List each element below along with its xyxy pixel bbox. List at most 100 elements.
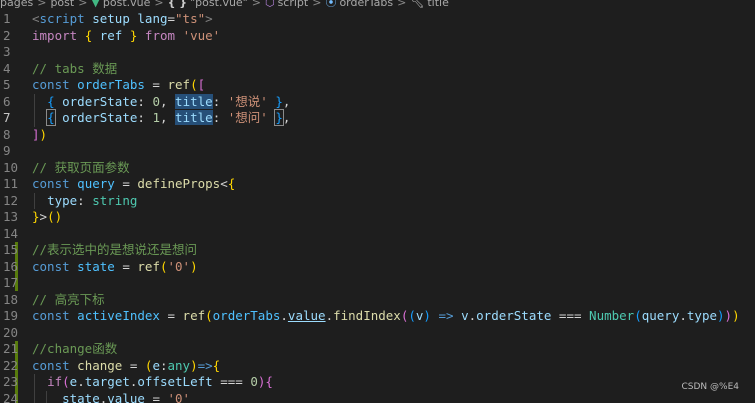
code-token: [ bbox=[197, 77, 206, 92]
code-line[interactable]: 4 // tabs 数据 bbox=[0, 61, 755, 78]
code-line[interactable]: 3 bbox=[0, 44, 755, 61]
code-line[interactable]: 23 if(e.target.offsetLeft === 0){ bbox=[0, 374, 755, 391]
code-line[interactable]: 12 type: string bbox=[0, 193, 755, 210]
code-token: any bbox=[167, 357, 191, 373]
code-token: orderState bbox=[62, 93, 138, 109]
code-token: orderState bbox=[62, 110, 138, 125]
line-number: 23 bbox=[3, 374, 19, 389]
code-token: const bbox=[32, 308, 70, 323]
code-token: ) bbox=[724, 308, 733, 323]
code-token: '想问' bbox=[227, 110, 268, 125]
code-line[interactable]: 18 // 高亮下标 bbox=[0, 292, 755, 309]
breadcrumb-separator: > bbox=[154, 0, 164, 9]
breadcrumb-item-pages[interactable]: pages bbox=[0, 0, 33, 8]
code-editor[interactable]: 1 <script setup lang="ts"> 2 import { ref }… bbox=[0, 11, 755, 403]
code-token: ( bbox=[408, 308, 416, 323]
line-number: 4 bbox=[3, 60, 11, 76]
code-line[interactable]: 16 const state = ref('0') bbox=[0, 259, 755, 276]
code-line[interactable]: 9 bbox=[0, 143, 755, 160]
code-line[interactable]: 2 import { ref } from 'vue' bbox=[0, 28, 755, 45]
code-line[interactable]: 11 const query = defineProps<{ bbox=[0, 176, 755, 193]
indent-guide bbox=[34, 93, 35, 127]
code-line[interactable]: 20 bbox=[0, 325, 755, 342]
code-line[interactable]: 17 bbox=[0, 275, 755, 292]
line-number: 19 bbox=[3, 308, 19, 323]
code-line[interactable]: 7 { orderState: 1, title: '想问' }, bbox=[0, 109, 755, 127]
code-token: === bbox=[551, 308, 590, 323]
line-number: 8 bbox=[3, 126, 11, 142]
code-token: = bbox=[159, 308, 183, 323]
indent-guide bbox=[34, 374, 35, 403]
code-token: const bbox=[32, 77, 70, 92]
line-code: const query = defineProps<{ bbox=[32, 176, 235, 193]
breadcrumb-item-post[interactable]: post bbox=[50, 0, 74, 8]
code-token: '想说' bbox=[227, 93, 268, 109]
line-number: 9 bbox=[3, 143, 11, 158]
breadcrumb-item-file[interactable]: post.vue bbox=[103, 0, 151, 8]
braces-icon: { } bbox=[167, 0, 188, 9]
code-token: ( bbox=[634, 308, 642, 323]
code-line[interactable]: 10 // 获取页面参数 bbox=[0, 160, 755, 177]
code-token: ( bbox=[190, 77, 198, 92]
code-token: ref bbox=[99, 27, 123, 43]
indent-guide bbox=[34, 192, 35, 209]
line-code: import { ref } from 'vue' bbox=[32, 28, 220, 45]
line-number: 22 bbox=[3, 357, 19, 373]
variable-icon: ⦿ bbox=[325, 0, 337, 9]
indent-guide bbox=[46, 390, 47, 403]
code-line[interactable]: 22 const change = (e:any)=>{ bbox=[0, 358, 755, 375]
code-token: defineProps bbox=[137, 176, 221, 191]
breadcrumb-item-title[interactable]: title bbox=[427, 0, 449, 8]
code-line[interactable]: 15 //表示选中的是想说还是想问 bbox=[0, 242, 755, 259]
code-line[interactable]: 21 //change函数 bbox=[0, 341, 755, 358]
code-token: state bbox=[77, 258, 115, 274]
code-token: = bbox=[167, 11, 176, 26]
code-token: === bbox=[212, 374, 251, 389]
code-line[interactable]: 6 { orderState: 0, title: '想说' }, bbox=[0, 93, 755, 111]
code-line[interactable]: 13}>() bbox=[0, 209, 755, 226]
code-token: > bbox=[205, 11, 213, 26]
code-token: . bbox=[77, 374, 85, 389]
code-line[interactable]: 5 const orderTabs = ref([ bbox=[0, 77, 755, 94]
code-line[interactable]: 24 state.value = '0' bbox=[0, 391, 755, 403]
breadcrumb-item-script[interactable]: script bbox=[278, 0, 309, 8]
code-line[interactable]: 1 <script setup lang="ts"> bbox=[0, 11, 755, 28]
code-token: { bbox=[46, 109, 56, 126]
code-token: . bbox=[325, 308, 334, 323]
line-code: ]) bbox=[32, 127, 47, 144]
code-token: type bbox=[47, 192, 78, 208]
code-token: { bbox=[212, 357, 221, 373]
code-token: } bbox=[32, 209, 40, 224]
breadcrumb-item-module[interactable]: "post.vue" bbox=[190, 0, 248, 8]
code-token: ) bbox=[190, 258, 198, 274]
code-token: ) bbox=[423, 308, 431, 323]
code-token: offsetLeft bbox=[137, 374, 213, 389]
breadcrumb-separator: > bbox=[397, 0, 407, 9]
code-token: ) bbox=[717, 308, 725, 323]
code-token: { bbox=[265, 374, 273, 389]
code-token: value bbox=[287, 308, 326, 323]
line-code: const state = ref('0') bbox=[32, 259, 198, 276]
breadcrumb-item-ordertabs[interactable]: orderTabs bbox=[339, 0, 393, 8]
code-line[interactable]: 8]) bbox=[0, 127, 755, 144]
line-number: 17 bbox=[3, 275, 19, 290]
code-token: type bbox=[686, 308, 718, 323]
code-token: : bbox=[137, 93, 153, 109]
code-line[interactable]: 14 bbox=[0, 226, 755, 243]
code-token: change bbox=[77, 357, 123, 373]
line-number: 13 bbox=[3, 209, 19, 224]
code-token: ] bbox=[32, 126, 40, 142]
code-token: < bbox=[32, 11, 40, 26]
code-token: ( bbox=[62, 374, 70, 389]
breadcrumb-separator: > bbox=[312, 0, 322, 9]
code-token: } bbox=[275, 93, 283, 109]
code-token: , bbox=[159, 93, 176, 109]
code-line[interactable]: 19 const activeIndex = ref(orderTabs.valu… bbox=[0, 308, 755, 325]
